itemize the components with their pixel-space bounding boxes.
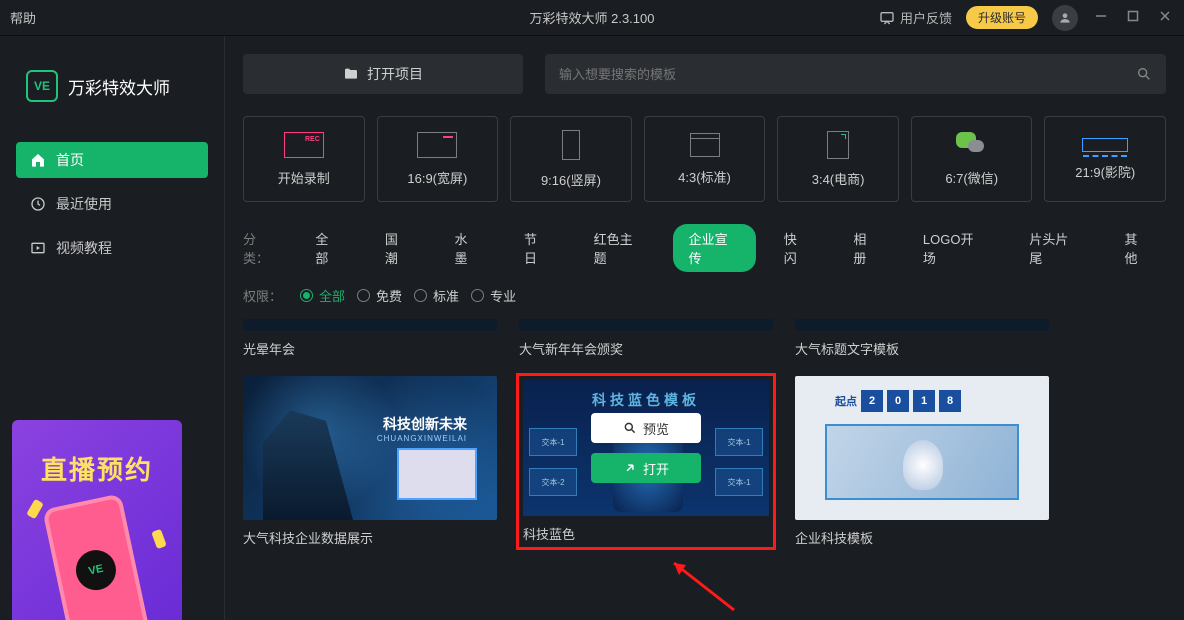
minimize-button[interactable] xyxy=(1092,10,1110,25)
chat-icon xyxy=(879,10,895,26)
format-label: 3:4(电商) xyxy=(812,169,865,188)
thumb-digit: 2 xyxy=(861,390,883,412)
search-icon xyxy=(623,421,637,435)
user-icon xyxy=(1058,11,1072,25)
format-label: 21:9(影院) xyxy=(1075,162,1135,181)
template-card[interactable]: 光晕年会 xyxy=(243,319,497,358)
category-chip[interactable]: 节日 xyxy=(508,224,566,272)
format-label: 4:3(标准) xyxy=(678,167,731,186)
template-card[interactable]: 起点 2 0 1 8 企业科技模板 xyxy=(795,376,1049,547)
search-icon xyxy=(1136,66,1152,82)
folder-icon xyxy=(343,66,359,82)
maximize-button[interactable] xyxy=(1124,10,1142,25)
annotation-arrow xyxy=(664,555,744,615)
permission-label: 权限： xyxy=(243,286,282,305)
user-avatar[interactable] xyxy=(1052,5,1078,31)
feedback-link[interactable]: 用户反馈 xyxy=(879,8,952,27)
category-filter: 分类： 全部 国潮 水墨 节日 红色主题 企业宣传 快闪 相册 LOGO开场 片… xyxy=(243,224,1166,272)
category-chip[interactable]: 水墨 xyxy=(438,224,496,272)
search-box[interactable] xyxy=(545,54,1166,94)
format-6-7[interactable]: 6:7(微信) xyxy=(911,116,1033,202)
template-card[interactable]: 大气新年年会颁奖 xyxy=(519,319,773,358)
main-content: 打开项目 开始录制 16:9(宽屏) 9:16(竖屏) 4:3(标准) 3:4(… xyxy=(224,36,1184,620)
permission-radio[interactable]: 专业 xyxy=(471,286,516,305)
sidebar-item-recent[interactable]: 最近使用 xyxy=(16,186,208,222)
format-label: 开始录制 xyxy=(278,168,330,187)
help-menu[interactable]: 帮助 xyxy=(10,8,36,27)
open-template-button[interactable]: 打开 xyxy=(591,453,701,483)
clock-icon xyxy=(30,196,46,212)
open-label: 打开 xyxy=(643,459,669,478)
template-title: 大气新年年会颁奖 xyxy=(519,339,773,358)
category-chip[interactable]: 快闪 xyxy=(768,224,826,272)
format-21-9[interactable]: 21:9(影院) xyxy=(1044,116,1166,202)
thumb-digit: 8 xyxy=(939,390,961,412)
feedback-label: 用户反馈 xyxy=(900,8,952,27)
format-4-3[interactable]: 4:3(标准) xyxy=(644,116,766,202)
promo-badge: VE xyxy=(72,546,119,593)
open-icon xyxy=(623,461,637,475)
template-card[interactable]: 科技创新未来 CHUANGXINWEILAI 大气科技企业数据展示 xyxy=(243,376,497,547)
preview-label: 预览 xyxy=(643,419,669,438)
search-input[interactable] xyxy=(559,67,1093,82)
template-title: 大气科技企业数据展示 xyxy=(243,528,497,547)
format-label: 6:7(微信) xyxy=(945,168,998,187)
home-icon xyxy=(30,152,46,168)
sidebar-item-tutorial[interactable]: 视频教程 xyxy=(16,230,208,266)
category-chip[interactable]: 片头片尾 xyxy=(1013,224,1096,272)
video-icon xyxy=(30,240,46,256)
close-button[interactable] xyxy=(1156,10,1174,25)
category-chip[interactable]: 相册 xyxy=(837,224,895,272)
card-overlay: 预览 打开 xyxy=(523,380,769,516)
category-label: 分类： xyxy=(243,229,281,267)
category-chip[interactable]: 红色主题 xyxy=(578,224,661,272)
logo-name: 万彩特效大师 xyxy=(68,74,170,99)
category-chip[interactable]: 其他 xyxy=(1108,224,1166,272)
logo-badge: VE xyxy=(26,70,58,102)
template-card[interactable]: 大气标题文字模板 xyxy=(795,319,1049,358)
category-chip[interactable]: 国潮 xyxy=(369,224,427,272)
template-card-selected[interactable]: 科技蓝色模板 交本-1 交本-1 交本-2 交本-1 预览 xyxy=(519,376,773,547)
format-label: 16:9(宽屏) xyxy=(407,168,467,187)
promo-banner[interactable]: 直播预约 VE xyxy=(12,420,182,620)
category-chip[interactable]: LOGO开场 xyxy=(907,224,1001,272)
template-grid: 光晕年会 大气新年年会颁奖 大气标题文字模板 科技创新未来 CHUANGXINW… xyxy=(243,319,1166,547)
permission-filter: 权限： 全部 免费 标准 专业 xyxy=(243,286,1166,305)
format-record[interactable]: 开始录制 xyxy=(243,116,365,202)
thumb-subtext: CHUANGXINWEILAI xyxy=(377,434,467,443)
sidebar: VE 万彩特效大师 首页 最近使用 视频教程 直播预约 VE xyxy=(0,36,224,620)
format-label: 9:16(竖屏) xyxy=(541,170,601,189)
permission-radio[interactable]: 免费 xyxy=(357,286,402,305)
thumb-text: 科技创新未来 xyxy=(383,414,467,434)
open-project-label: 打开项目 xyxy=(367,64,423,84)
template-title: 大气标题文字模板 xyxy=(795,339,1049,358)
format-16-9[interactable]: 16:9(宽屏) xyxy=(377,116,499,202)
thumb-digit: 1 xyxy=(913,390,935,412)
format-3-4[interactable]: 3:4(电商) xyxy=(777,116,899,202)
format-list: 开始录制 16:9(宽屏) 9:16(竖屏) 4:3(标准) 3:4(电商) 6… xyxy=(243,116,1166,202)
sidebar-item-label: 视频教程 xyxy=(56,238,112,258)
app-logo: VE 万彩特效大师 xyxy=(26,70,208,102)
sidebar-item-home[interactable]: 首页 xyxy=(16,142,208,178)
template-title: 企业科技模板 xyxy=(795,528,1049,547)
template-title: 光晕年会 xyxy=(243,339,497,358)
permission-radio[interactable]: 标准 xyxy=(414,286,459,305)
thumb-digit: 0 xyxy=(887,390,909,412)
app-title: 万彩特效大师 2.3.100 xyxy=(530,8,655,27)
category-chip[interactable]: 全部 xyxy=(299,224,357,272)
category-chip[interactable]: 企业宣传 xyxy=(673,224,756,272)
template-title: 科技蓝色 xyxy=(523,524,769,543)
sidebar-item-label: 首页 xyxy=(56,150,84,170)
promo-text: 直播预约 xyxy=(12,450,182,487)
open-project-button[interactable]: 打开项目 xyxy=(243,54,523,94)
preview-button[interactable]: 预览 xyxy=(591,413,701,443)
format-9-16[interactable]: 9:16(竖屏) xyxy=(510,116,632,202)
thumb-digit: 起点 xyxy=(835,390,857,412)
upgrade-button[interactable]: 升级账号 xyxy=(966,6,1038,29)
sidebar-item-label: 最近使用 xyxy=(56,194,112,214)
permission-radio[interactable]: 全部 xyxy=(300,286,345,305)
